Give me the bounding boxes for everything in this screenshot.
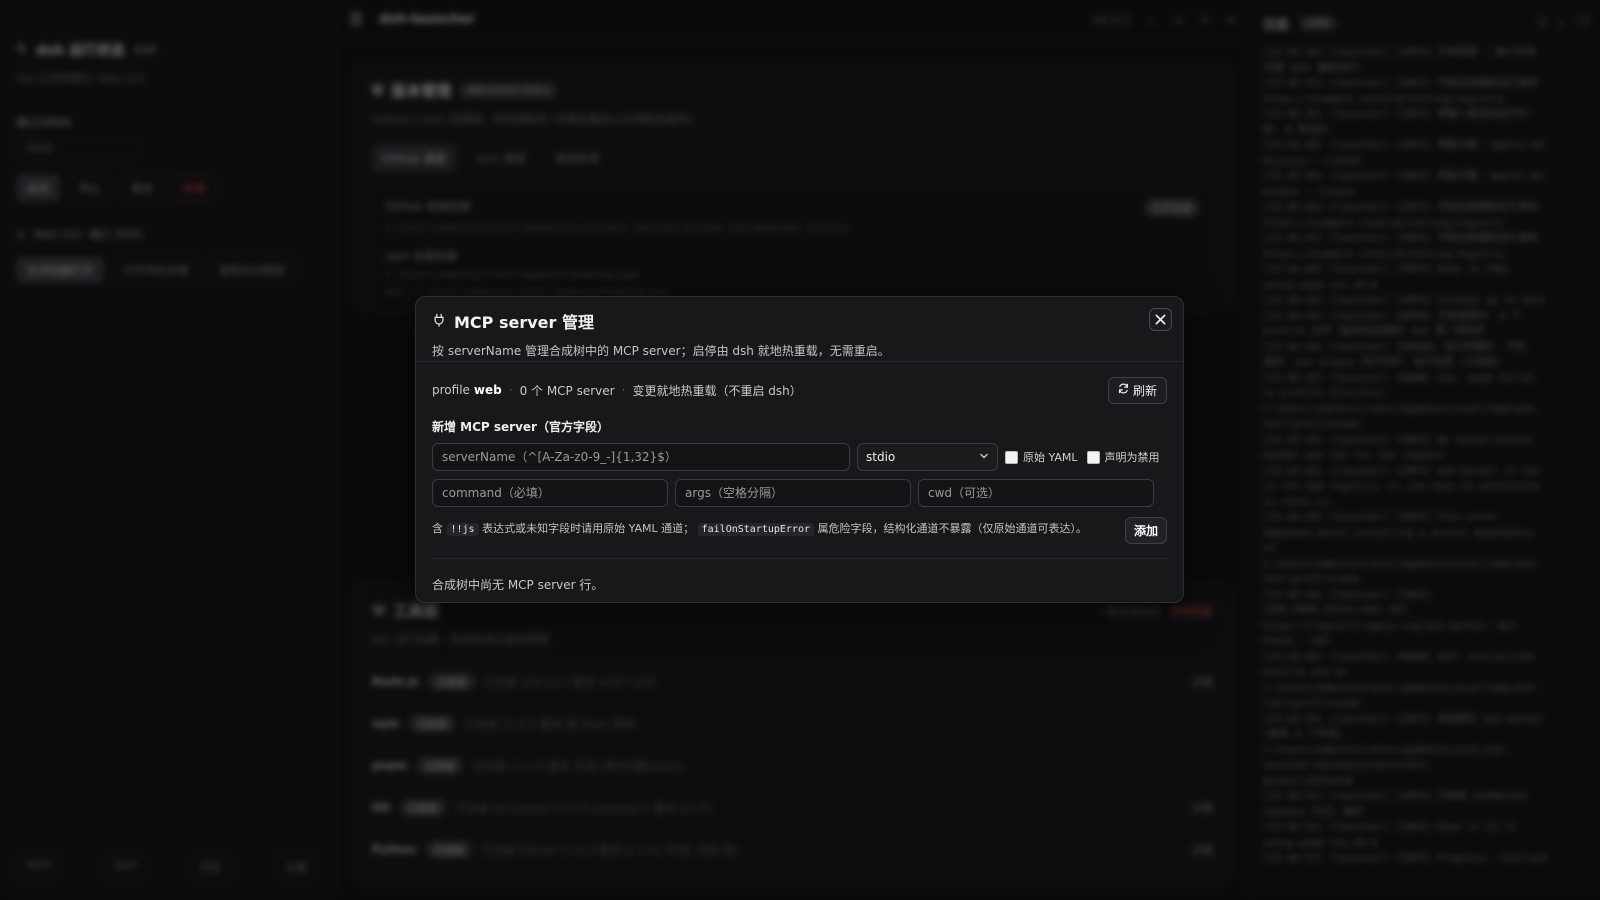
cwd-input[interactable]: [918, 479, 1154, 507]
server-name-input[interactable]: [432, 443, 850, 471]
add-button[interactable]: 添加: [1124, 517, 1167, 544]
command-input[interactable]: [432, 479, 668, 507]
args-input[interactable]: [675, 479, 911, 507]
raw-yaml-label: 原始 YAML: [1023, 451, 1078, 464]
dialog-title-text: MCP server 管理: [454, 313, 594, 332]
hint-code-fail-on-startup: failOnStartupError: [697, 523, 814, 536]
refresh-label: 刷新: [1132, 383, 1157, 398]
mcp-server-dialog: MCP server 管理 按 serverName 管理合成树中的 MCP s…: [415, 296, 1184, 603]
dialog-body: profile web · 0 个 MCP server · 变更就地热重载（不…: [416, 362, 1183, 593]
declare-disabled-label: 声明为禁用: [1104, 451, 1160, 464]
refresh-button[interactable]: 刷新: [1107, 376, 1167, 404]
form-row-2: [432, 479, 1167, 507]
field-hint: 含 !!js 表达式或未知字段时请用原始 YAML 通道； failOnStar…: [432, 517, 1087, 540]
transport-select[interactable]: stdio: [857, 443, 998, 471]
refresh-icon: [1118, 383, 1129, 397]
add-server-section-title: 新增 MCP server（官方字段）: [432, 420, 609, 434]
raw-yaml-checkbox[interactable]: 原始 YAML: [1005, 449, 1078, 465]
transport-value: stdio: [866, 450, 896, 464]
profile-row: profile web · 0 个 MCP server · 变更就地热重载（不…: [432, 362, 1167, 418]
chevron-down-icon: [979, 450, 989, 464]
separator-dot: ·: [621, 383, 626, 397]
checkbox-box[interactable]: [1086, 450, 1100, 464]
form-row-1: stdio 原始 YAML 声明为禁用: [432, 443, 1167, 471]
dialog-description: 按 serverName 管理合成树中的 MCP server；启停由 dsh …: [432, 344, 890, 358]
profile-name: web: [473, 383, 502, 397]
reload-note: 变更就地热重载（不重启 dsh）: [632, 383, 802, 398]
plug-icon: [432, 312, 446, 331]
dialog-header: MCP server 管理 按 serverName 管理合成树中的 MCP s…: [416, 297, 1183, 362]
dialog-title: MCP server 管理: [432, 309, 1167, 333]
hint-code-js: !!js: [446, 523, 479, 536]
close-button[interactable]: [1149, 308, 1172, 331]
profile-prefix: profile: [432, 383, 470, 397]
server-count: 0 个 MCP server: [519, 383, 615, 398]
divider: [432, 558, 1167, 559]
empty-state: 合成树中尚无 MCP server 行。: [432, 578, 604, 592]
checkbox-box[interactable]: [1005, 450, 1018, 464]
hint-text-2: 表达式或未知字段时请用原始 YAML 通道；: [482, 522, 695, 535]
declare-disabled-checkbox[interactable]: 声明为禁用: [1086, 449, 1160, 465]
hint-text-3: 属危险字段，结构化通道不暴露（仅原始通道可表达）。: [817, 522, 1087, 535]
separator-dot: ·: [508, 383, 513, 397]
hint-row: 含 !!js 表达式或未知字段时请用原始 YAML 通道； failOnStar…: [432, 517, 1167, 544]
hint-text-1: 含: [432, 522, 443, 535]
close-icon: [1155, 310, 1166, 329]
